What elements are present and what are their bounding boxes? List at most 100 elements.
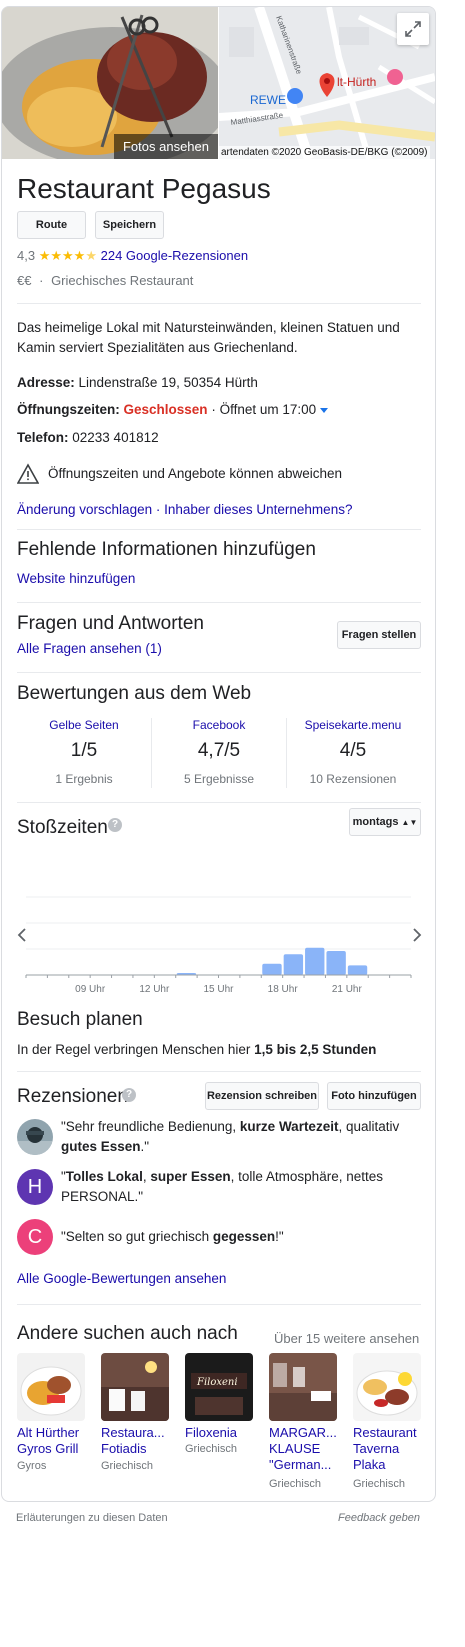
web-rating-source[interactable]: Speisekarte.menu <box>288 718 418 732</box>
hero-photo[interactable]: Fotos ansehen <box>2 7 218 159</box>
web-rating-source[interactable]: Facebook <box>154 718 284 732</box>
popular-times-title: Stoßzeiten <box>17 817 108 838</box>
add-photo-button[interactable]: Foto hinzufügen <box>327 1082 421 1110</box>
svg-text:Filoxeni: Filoxeni <box>196 1377 238 1388</box>
web-rating-value: 4/5 <box>339 740 367 761</box>
all-reviews-link[interactable]: Alle Google-Bewertungen ansehen <box>17 1269 226 1289</box>
phone-row: Telefon: 02233 401812 <box>17 428 159 448</box>
place-name[interactable]: Restaurant Taverna Plaka <box>353 1425 423 1473</box>
divider <box>17 802 421 803</box>
suggest-edit-link[interactable]: Änderung vorschlagen · Inhaber dieses Un… <box>17 500 352 520</box>
hero: Fotos ansehen Katharinenstraße Matthiass… <box>2 7 435 159</box>
photos-button[interactable]: Fotos ansehen <box>113 134 218 159</box>
web-rating-item[interactable]: Facebook 4,7/5 5 Ergebnisse <box>154 718 284 786</box>
address-row: Adresse: Lindenstraße 19, 50354 Hürth <box>17 373 258 393</box>
web-rating-count: 10 Rezensionen <box>309 772 397 786</box>
map-attribution: artendaten ©2020 GeoBasis-DE/BKG (©2009) <box>219 146 430 159</box>
review-text: !" <box>275 1229 284 1244</box>
chevron-left-icon[interactable] <box>12 925 32 945</box>
divider <box>151 718 152 788</box>
tick-label: 15 Uhr <box>203 984 234 995</box>
star-rating-icon: ★★★★★ <box>38 248 97 263</box>
review-highlight: gutes Essen <box>61 1139 141 1154</box>
phone-label: Telefon: <box>17 430 69 445</box>
hours-status: Geschlossen <box>123 402 208 417</box>
route-button[interactable]: Route <box>17 211 86 239</box>
rating-value: 4,3 <box>17 248 36 263</box>
expand-icon <box>405 21 421 37</box>
caret-down-icon[interactable] <box>319 407 328 413</box>
place-name[interactable]: Filoxenia <box>185 1425 257 1441</box>
ask-question-button[interactable]: Fragen stellen <box>337 621 421 649</box>
map-place-label: lt-Hürth <box>337 75 376 89</box>
all-questions-link[interactable]: Alle Fragen ansehen (1) <box>17 639 162 659</box>
warning-text: Öffnungszeiten und Angebote können abwei… <box>48 466 342 481</box>
review-highlight: gegessen <box>212 1229 276 1244</box>
help-icon[interactable]: ? <box>122 1088 136 1102</box>
review-snippet: "Sehr freundliche Bedienung, kurze Warte… <box>61 1117 401 1157</box>
place-thumbnail[interactable] <box>17 1353 85 1421</box>
map[interactable]: Katharinenstraße Matthiasstraße REWE lt-… <box>219 7 435 159</box>
web-rating-value: 4,7/5 <box>197 740 241 761</box>
sort-icon: ▲▼ <box>401 818 418 827</box>
price-level: €€ <box>17 273 32 288</box>
popular-times-bar[interactable] <box>326 951 346 975</box>
reviews-title: Rezensionen <box>17 1086 128 1107</box>
qa-title: Fragen und Antworten <box>17 613 204 634</box>
others-title: Andere suchen auch nach <box>17 1323 238 1344</box>
hours-row[interactable]: Öffnungszeiten: Geschlossen · Öffnet um … <box>17 400 328 420</box>
review-highlight: kurze Wartezeit <box>239 1119 339 1134</box>
place-thumbnail[interactable] <box>101 1353 169 1421</box>
tick-label: 12 Uhr <box>139 984 170 995</box>
place-name[interactable]: Restaura... Fotiadis <box>101 1425 173 1457</box>
review-text: , qualitativ <box>338 1119 400 1134</box>
web-rating-item[interactable]: Gelbe Seiten 1/5 1 Ergebnis <box>19 718 149 786</box>
day-select-label: montags <box>352 816 399 828</box>
place-name[interactable]: MARGAR... KLAUSE "German... <box>269 1425 345 1473</box>
expand-map-button[interactable] <box>397 13 429 45</box>
divider <box>286 718 287 788</box>
review-text: "Selten so gut griechisch <box>61 1229 213 1244</box>
map-shop-label: REWE <box>250 93 286 107</box>
chevron-right-icon[interactable] <box>407 925 427 945</box>
popular-times-bar[interactable] <box>262 963 282 975</box>
place-thumbnail[interactable]: Filoxeni <box>185 1353 253 1421</box>
visit-duration: 1,5 bis 2,5 Stunden <box>254 1042 377 1057</box>
day-select-button[interactable]: montags ▲▼ <box>349 808 421 836</box>
visit-text: In der Regel verbringen Menschen hier 1,… <box>17 1040 376 1060</box>
category: Griechisches Restaurant <box>51 273 194 288</box>
missing-info-title: Fehlende Informationen hinzufügen <box>17 539 316 560</box>
popular-times-chart: 09 Uhr 12 Uhr 15 Uhr 18 Uhr 21 Uhr <box>2 853 435 999</box>
web-ratings-title: Bewertungen aus dem Web <box>17 683 252 704</box>
popular-times-bar[interactable] <box>305 947 325 975</box>
more-results-link[interactable]: Über 15 weitere ansehen <box>274 1331 419 1346</box>
address-value[interactable]: Lindenstraße 19, 50354 Hürth <box>79 375 258 390</box>
review-text: "Sehr freundliche Bedienung, <box>61 1119 240 1134</box>
place-thumbnail[interactable] <box>269 1353 337 1421</box>
popular-times-bar[interactable] <box>347 965 368 975</box>
data-explanation-link[interactable]: Erläuterungen zu diesen Daten <box>16 1512 168 1524</box>
review-highlight: super Essen <box>150 1169 231 1184</box>
save-button[interactable]: Speichern <box>95 211 164 239</box>
meta-separator: · <box>39 273 44 288</box>
divider <box>17 602 421 603</box>
write-review-button[interactable]: Rezension schreiben <box>205 1082 319 1110</box>
warning-icon <box>16 463 40 485</box>
add-website-link[interactable]: Website hinzufügen <box>17 569 135 589</box>
web-rating-source[interactable]: Gelbe Seiten <box>19 718 149 732</box>
knowledge-panel: Fotos ansehen Katharinenstraße Matthiass… <box>1 6 436 1502</box>
page-title: Restaurant Pegasus <box>17 173 271 204</box>
popular-times-svg: 09 Uhr 12 Uhr 15 Uhr 18 Uhr 21 Uhr <box>25 896 412 995</box>
phone-value[interactable]: 02233 401812 <box>72 430 158 445</box>
place-name[interactable]: Alt Hürther Gyros Grill <box>17 1425 89 1457</box>
hours-next: · Öffnet um 17:00 <box>211 402 317 417</box>
place-thumbnail[interactable] <box>353 1353 421 1421</box>
help-icon[interactable]: ? <box>108 818 122 832</box>
feedback-link[interactable]: Feedback geben <box>338 1512 420 1524</box>
web-rating-item[interactable]: Speisekarte.menu 4/5 10 Rezensionen <box>288 718 418 786</box>
rating-row: 4,3 ★★★★★ 224 Google-Rezensionen <box>17 248 248 264</box>
reviews-link[interactable]: 224 Google-Rezensionen <box>101 248 248 263</box>
review-highlight: Tolles Lokal <box>65 1169 143 1184</box>
place-category: Griechisch <box>101 1460 153 1472</box>
popular-times-bar[interactable] <box>283 954 304 975</box>
